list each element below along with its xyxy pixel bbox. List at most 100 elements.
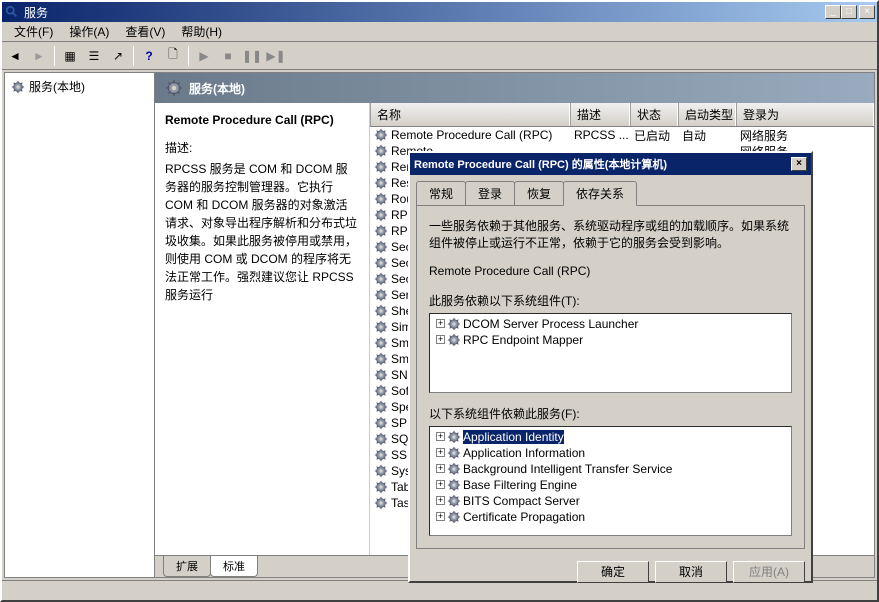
dependent-item[interactable]: + Application Identity [432,429,789,445]
dependent-item[interactable]: + BITS Compact Server [432,493,789,509]
gear-icon [374,272,388,286]
export-button[interactable]: ↗ [107,45,129,67]
gear-icon [165,79,183,97]
col-startup[interactable]: 启动类型 [678,103,736,126]
gear-icon [447,462,461,476]
tab-standard[interactable]: 标准 [210,556,258,577]
titlebar[interactable]: 服务 _ □ × [2,2,877,22]
gear-icon [374,224,388,238]
start-button[interactable]: ▶ [193,45,215,67]
dependent-item[interactable]: + Certificate Propagation [432,509,789,525]
gear-icon [374,496,388,510]
dependents-tree[interactable]: + Application Identity + Application Inform… [429,426,792,536]
dependent-name: Application Information [463,446,585,460]
gear-icon [374,192,388,206]
gear-icon [374,352,388,366]
gear-icon [374,480,388,494]
pause-button[interactable]: ❚❚ [241,45,263,67]
tab-general[interactable]: 常规 [416,181,466,205]
gear-icon [374,144,388,158]
menu-action[interactable]: 操作(A) [61,21,117,42]
dependencies-panel: 一些服务依赖于其他服务、系统驱动程序或组的加载顺序。如果系统组件被停止或运行不正… [416,205,805,549]
tree-panel[interactable]: 服务(本地) [5,73,155,577]
dependency-name: RPC Endpoint Mapper [463,333,583,347]
gear-icon [374,320,388,334]
gear-icon [374,432,388,446]
help-button[interactable]: ? [138,45,160,67]
gear-icon [374,128,388,142]
content-header-text: 服务(本地) [189,80,245,97]
dependency-name: DCOM Server Process Launcher [463,317,638,331]
dialog-titlebar[interactable]: Remote Procedure Call (RPC) 的属性(本地计算机) × [410,153,811,175]
tab-extended[interactable]: 扩展 [163,556,211,577]
col-desc[interactable]: 描述 [570,103,630,126]
gear-icon [374,336,388,350]
tree-root-node[interactable]: 服务(本地) [9,77,150,96]
list-header: 名称 描述 状态 启动类型 登录为 [370,103,874,127]
tab-dependencies[interactable]: 依存关系 [563,181,637,206]
description-panel: Remote Procedure Call (RPC) 描述: RPCSS 服务… [155,103,370,555]
gear-icon [374,448,388,462]
gear-icon [374,160,388,174]
dependents-label: 以下系统组件依赖此服务(F): [429,405,792,422]
col-name[interactable]: 名称 [370,103,570,126]
refresh-button[interactable]: 🗋 [162,45,184,67]
forward-button[interactable]: ► [28,45,50,67]
expand-icon[interactable]: + [436,319,445,328]
gear-icon [374,256,388,270]
service-name: Remote Procedure Call (RPC) [391,128,552,142]
dependent-item[interactable]: + Base Filtering Engine [432,477,789,493]
minimize-button[interactable]: _ [825,5,841,19]
gear-icon [447,478,461,492]
dependency-item[interactable]: + RPC Endpoint Mapper [432,332,789,348]
gear-icon [447,494,461,508]
dependent-name: Certificate Propagation [463,510,585,524]
app-icon [4,4,20,20]
dialog-close-button[interactable]: × [791,157,807,171]
content-header: 服务(本地) [155,73,874,103]
gear-icon [447,510,461,524]
cancel-button[interactable]: 取消 [655,561,727,583]
ok-button[interactable]: 确定 [577,561,649,583]
tab-recovery[interactable]: 恢复 [514,181,564,205]
expand-icon[interactable]: + [436,496,445,505]
description-label: 描述: [165,139,359,156]
menu-help[interactable]: 帮助(H) [173,21,230,42]
dependent-item[interactable]: + Application Information [432,445,789,461]
view-button[interactable]: ☰ [83,45,105,67]
expand-icon[interactable]: + [436,335,445,344]
tab-logon[interactable]: 登录 [465,181,515,205]
dependent-item[interactable]: +Background Intelligent Transfer Service [432,461,789,477]
menu-view[interactable]: 查看(V) [117,21,173,42]
close-button[interactable]: × [859,5,875,19]
restart-button[interactable]: ▶❚ [265,45,287,67]
dialog-buttons: 确定 取消 应用(A) [410,555,811,589]
dependent-name: BITS Compact Server [463,494,580,508]
gear-icon [374,240,388,254]
col-status[interactable]: 状态 [630,103,678,126]
maximize-button[interactable]: □ [841,5,857,19]
dependent-name: Application Identity [463,430,564,444]
depends-on-label: 此服务依赖以下系统组件(T): [429,292,792,309]
expand-icon[interactable]: + [436,448,445,457]
service-startup: 自动 [678,127,736,145]
stop-button[interactable]: ■ [217,45,239,67]
expand-icon[interactable]: + [436,432,445,441]
depends-on-tree[interactable]: + DCOM Server Process Launcher + RPC Endpoi… [429,313,792,393]
expand-icon[interactable]: + [436,512,445,521]
dialog-tabs: 常规 登录 恢复 依存关系 [410,175,811,205]
dependencies-info: 一些服务依赖于其他服务、系统驱动程序或组的加载顺序。如果系统组件被停止或运行不正… [429,218,792,252]
props-button[interactable]: ▦ [59,45,81,67]
dependent-name: Base Filtering Engine [463,478,577,492]
description-text: RPCSS 服务是 COM 和 DCOM 服务器的服务控制管理器。它执行 COM… [165,160,359,304]
dependency-item[interactable]: + DCOM Server Process Launcher [432,316,789,332]
expand-icon[interactable]: + [436,464,445,473]
back-button[interactable]: ◄ [4,45,26,67]
apply-button[interactable]: 应用(A) [733,561,805,583]
col-logon[interactable]: 登录为 [736,103,874,126]
service-status: 已启动 [630,127,678,145]
gear-icon [374,464,388,478]
selected-service-name: Remote Procedure Call (RPC) [165,113,359,127]
menu-file[interactable]: 文件(F) [6,21,61,42]
expand-icon[interactable]: + [436,480,445,489]
